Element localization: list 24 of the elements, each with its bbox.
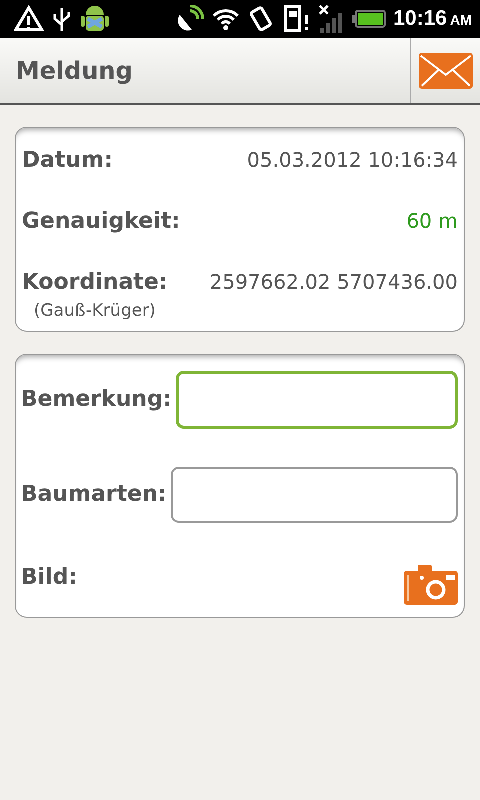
text-field[interactable] (170, 466, 458, 522)
field-label: Baumarten: (21, 481, 167, 509)
info-value: 2597662.02 5707436.00 (210, 269, 458, 296)
envelope-icon (418, 52, 472, 88)
info-value: 05.03.2012 10:16:34 (247, 147, 458, 174)
warning-icon (14, 5, 44, 33)
info-label: Koordinate: (22, 269, 168, 297)
no-signal-icon (318, 4, 344, 34)
battery-icon (352, 10, 386, 28)
text-field[interactable] (176, 370, 458, 428)
screen-title: Meldung (15, 56, 134, 86)
camera-icon[interactable] (404, 564, 458, 604)
field-label: Bemerkung: (21, 386, 172, 414)
sim-card-icon (284, 5, 310, 33)
info-label: Genauigkeit: (22, 208, 180, 236)
info-value: 60 m (406, 208, 458, 235)
clock-time: 10:16 (394, 6, 448, 32)
usb-icon (52, 5, 72, 33)
coordinate-system: (Gauß-Krüger) (33, 300, 157, 323)
clock-meridiem: AM (450, 11, 472, 30)
wifi-icon (212, 7, 240, 31)
info-label: Datum: (22, 147, 114, 175)
field-label: Bild: (21, 564, 78, 592)
satellite-icon (176, 5, 204, 33)
